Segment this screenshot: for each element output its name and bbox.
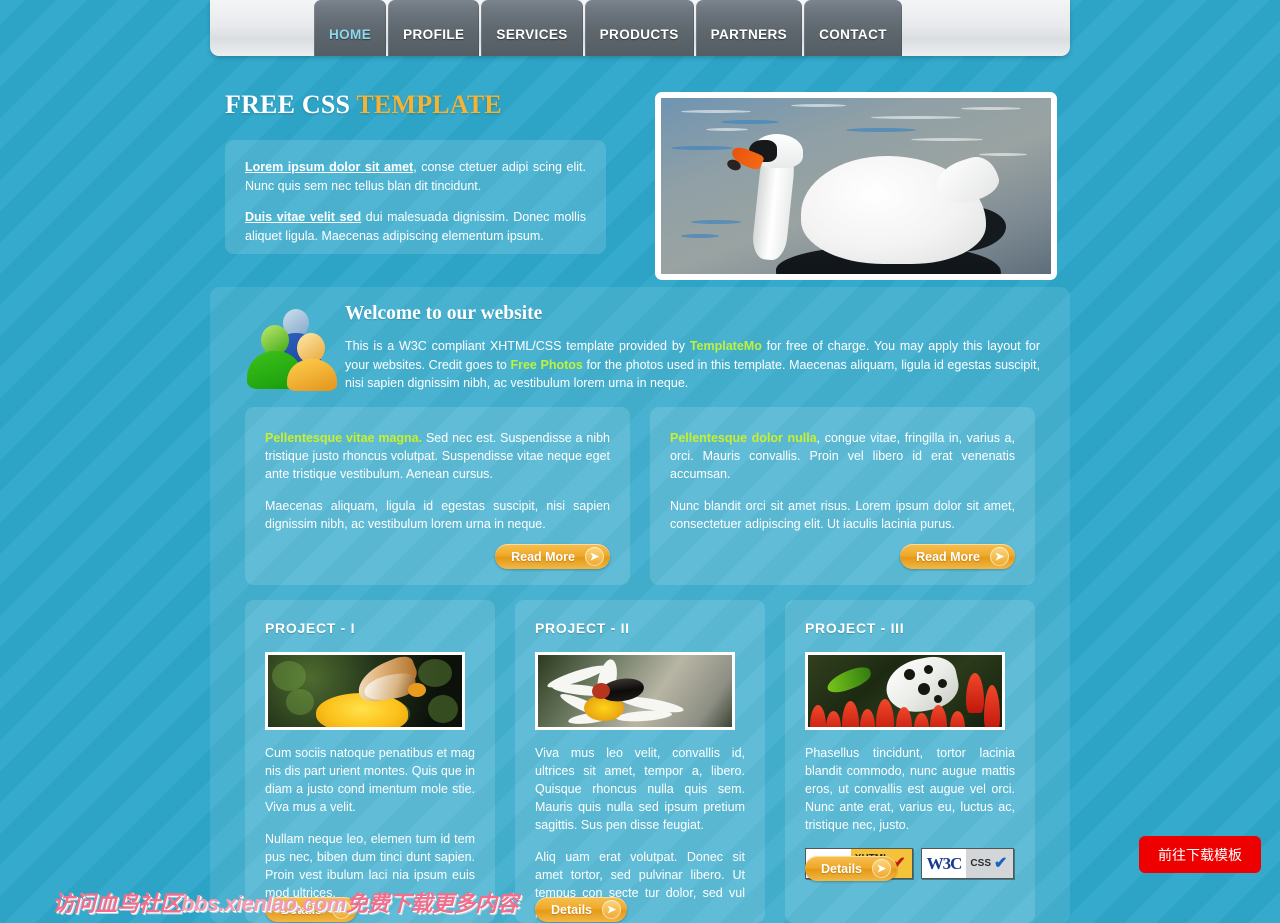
- content-box-left-paragraph-1: Pellentesque vitae magna. Sed nec est. S…: [265, 429, 610, 483]
- welcome-heading: Welcome to our website: [345, 303, 543, 324]
- read-more-wrap-left: Read More ➤: [495, 544, 610, 569]
- w3c-css-text: CSS ✔: [966, 849, 1014, 878]
- people-group-icon: [245, 307, 337, 391]
- welcome-text-block: Welcome to our website This is a W3C com…: [337, 303, 1040, 393]
- project-3-paragraph-1: Phasellus tincidunt, tortor lacinia blan…: [805, 746, 1015, 832]
- w3c-css-line1: CSS: [970, 857, 991, 869]
- w3c-css-badge[interactable]: W3C CSS ✔: [920, 848, 1015, 879]
- beetle-on-daisy-image: [538, 655, 732, 727]
- nav-tab-home[interactable]: HOME: [314, 0, 387, 56]
- download-template-label: 前往下载模板: [1158, 846, 1242, 863]
- content-box-left-lead: Pellentesque vitae magna.: [265, 431, 423, 445]
- projects-section: PROJECT - I Cum sociis natoque penatibus…: [245, 600, 1035, 923]
- two-column-section: Pellentesque vitae magna. Sed nec est. S…: [245, 407, 1035, 585]
- chevron-right-icon: ➤: [872, 859, 891, 878]
- project-2-title: PROJECT - II: [535, 620, 630, 636]
- nav-tab-partners[interactable]: PARTNERS: [695, 0, 803, 56]
- project-3-thumbnail[interactable]: [805, 652, 1005, 730]
- nav-tab-profile[interactable]: PROFILE: [388, 0, 480, 56]
- details-wrap-3: Details ➤: [805, 856, 897, 881]
- read-more-button-left[interactable]: Read More ➤: [495, 544, 610, 569]
- chevron-right-icon: ➤: [602, 900, 621, 919]
- details-label-2: Details: [551, 902, 592, 917]
- welcome-section: Welcome to our website This is a W3C com…: [245, 303, 1040, 393]
- content-box-left-paragraph-2: Maecenas aliquam, ligula id egestas susc…: [265, 499, 610, 531]
- details-button-3[interactable]: Details ➤: [805, 856, 897, 881]
- download-template-button[interactable]: 前往下载模板: [1139, 836, 1261, 873]
- project-1-thumbnail[interactable]: [265, 652, 465, 730]
- nav-tab-services[interactable]: SERVICES: [481, 0, 583, 56]
- watermark-cn-prefix: 访问血鸟社区: [52, 891, 182, 916]
- project-card-1: PROJECT - I Cum sociis natoque penatibus…: [245, 600, 495, 923]
- intro-link-2[interactable]: Duis vitae velit sed: [245, 210, 361, 224]
- content-box-right: Pellentesque dolor nulla, congue vitae, …: [650, 407, 1035, 585]
- nav-tab-products[interactable]: PRODUCTS: [584, 0, 694, 56]
- details-button-2[interactable]: Details ➤: [535, 897, 627, 922]
- project-2-thumbnail[interactable]: [535, 652, 735, 730]
- details-wrap-2: Details ➤: [535, 897, 627, 922]
- w3c-logo-css: W3C: [921, 849, 967, 878]
- page-title-main: FREE CSS: [225, 90, 357, 119]
- top-navigation-bar: HOME PROFILE SERVICES PRODUCTS PARTNERS …: [210, 0, 1070, 56]
- project-3-title: PROJECT - III: [805, 620, 905, 636]
- intro-link-1[interactable]: Lorem ipsum dolor sit amet: [245, 160, 413, 174]
- welcome-link-freephotos[interactable]: Free Photos: [510, 358, 582, 372]
- welcome-link-templatemo[interactable]: TemplateMo: [690, 339, 762, 353]
- project-card-2: PROJECT - II Viva mus leo velit, convall…: [515, 600, 765, 923]
- intro-paragraph-2: Duis vitae velit sed dui malesuada digni…: [245, 208, 586, 246]
- hero-swan-photo: [655, 92, 1057, 280]
- content-box-left: Pellentesque vitae magna. Sed nec est. S…: [245, 407, 630, 585]
- project-2-paragraph-1: Viva mus leo velit, convallis id, ultric…: [535, 746, 745, 832]
- project-1-paragraph-1: Cum sociis natoque penatibus et mag nis …: [265, 746, 475, 814]
- intro-paragraph-1: Lorem ipsum dolor sit amet, conse ctetue…: [245, 158, 586, 196]
- main-content-panel: Welcome to our website This is a W3C com…: [210, 287, 1070, 923]
- read-more-button-right[interactable]: Read More ➤: [900, 544, 1015, 569]
- white-butterfly-on-red-flowers-image: [808, 655, 1002, 727]
- welcome-text-1: This is a W3C compliant XHTML/CSS templa…: [345, 339, 690, 353]
- page-title: FREE CSS TEMPLATE: [225, 90, 502, 120]
- nav-tab-services-label: SERVICES: [496, 27, 568, 42]
- read-more-label-left: Read More: [511, 549, 575, 564]
- nav-tab-home-label: HOME: [329, 27, 372, 42]
- page-title-accent: TEMPLATE: [356, 90, 502, 119]
- nav-tab-partners-label: PARTNERS: [710, 27, 788, 42]
- nav-tab-profile-label: PROFILE: [403, 27, 465, 42]
- checkmark-icon-blue: ✔: [993, 854, 1008, 872]
- chevron-right-icon: ➤: [990, 547, 1009, 566]
- hero-photo-image: [661, 98, 1051, 274]
- chevron-right-icon: ➤: [585, 547, 604, 566]
- site-watermark: 访问血鸟社区bbs.xienIao.com免费下载更多内容: [52, 886, 518, 918]
- butterfly-on-yellow-flower-image: [268, 655, 462, 727]
- welcome-paragraph: This is a W3C compliant XHTML/CSS templa…: [345, 337, 1040, 393]
- nav-tab-products-label: PRODUCTS: [599, 27, 679, 42]
- read-more-wrap-right: Read More ➤: [900, 544, 1015, 569]
- project-card-3: PROJECT - III Phasellus tincidunt, torto…: [785, 600, 1035, 923]
- nav-tab-contact-label: CONTACT: [819, 27, 887, 42]
- intro-box: Lorem ipsum dolor sit amet, conse ctetue…: [225, 140, 606, 254]
- content-box-right-paragraph-2: Nunc blandit orci sit amet risus. Lorem …: [670, 499, 1015, 531]
- watermark-cn-suffix: 免费下载更多内容: [345, 891, 519, 916]
- nav-tab-contact[interactable]: CONTACT: [804, 0, 902, 56]
- read-more-label-right: Read More: [916, 549, 980, 564]
- content-box-right-lead: Pellentesque dolor nulla: [670, 431, 817, 445]
- watermark-url: bbs.xienIao.com: [181, 891, 346, 916]
- details-label-3: Details: [821, 861, 862, 876]
- project-1-title: PROJECT - I: [265, 620, 356, 636]
- nav-tab-list: HOME PROFILE SERVICES PRODUCTS PARTNERS …: [314, 0, 904, 56]
- content-box-right-paragraph-1: Pellentesque dolor nulla, congue vitae, …: [670, 429, 1015, 483]
